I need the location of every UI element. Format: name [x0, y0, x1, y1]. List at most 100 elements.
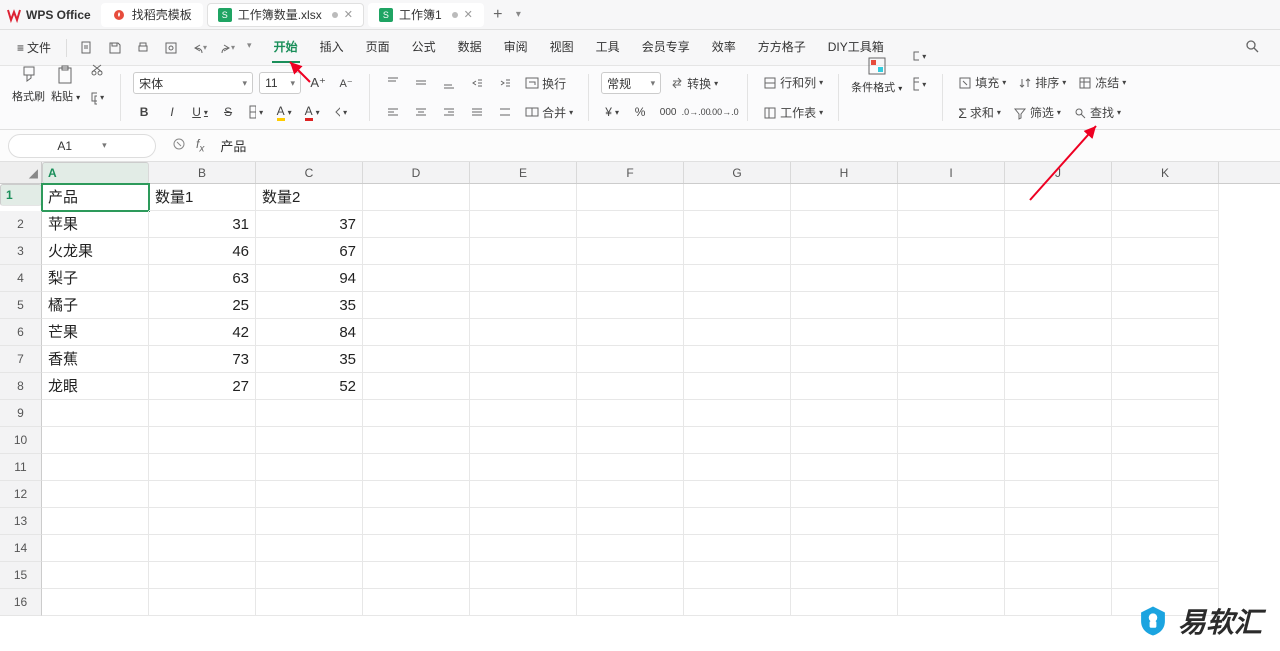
cell[interactable]	[363, 508, 470, 535]
cell[interactable]: 火龙果	[42, 238, 149, 265]
cell[interactable]	[363, 535, 470, 562]
currency-button[interactable]: ¥▾	[601, 101, 623, 123]
cell[interactable]	[1005, 211, 1112, 238]
cell[interactable]	[256, 427, 363, 454]
cell[interactable]	[684, 481, 791, 508]
cell[interactable]	[577, 481, 684, 508]
cell[interactable]	[363, 562, 470, 589]
cell[interactable]	[42, 589, 149, 616]
cell[interactable]: 27	[149, 373, 256, 400]
cancel-fx-icon[interactable]	[172, 137, 186, 154]
row-header[interactable]: 11	[0, 454, 42, 481]
cell[interactable]	[898, 535, 1005, 562]
name-box[interactable]: A1 ▾	[8, 134, 156, 158]
fill-button[interactable]: 填充▾	[955, 72, 1009, 93]
cell[interactable]	[1005, 589, 1112, 616]
column-header-G[interactable]: G	[684, 162, 791, 183]
cell[interactable]	[898, 238, 1005, 265]
preview-icon[interactable]	[163, 40, 179, 56]
cell[interactable]	[149, 535, 256, 562]
search-button[interactable]	[1232, 38, 1272, 57]
column-header-H[interactable]: H	[791, 162, 898, 183]
select-all-corner[interactable]: ◢	[0, 162, 42, 183]
align-middle-button[interactable]	[410, 72, 432, 94]
worksheet-button[interactable]: 工作表▾	[760, 102, 826, 123]
cell[interactable]: 苹果	[42, 211, 149, 238]
formula-input[interactable]: 产品	[212, 136, 254, 155]
cell[interactable]	[1005, 400, 1112, 427]
cell[interactable]	[363, 427, 470, 454]
cell[interactable]	[684, 589, 791, 616]
cell[interactable]	[1112, 562, 1219, 589]
cell[interactable]	[1005, 427, 1112, 454]
cell[interactable]	[42, 427, 149, 454]
cell[interactable]	[470, 589, 577, 616]
align-top-button[interactable]	[382, 72, 404, 94]
cell[interactable]	[1112, 211, 1219, 238]
cell[interactable]	[577, 562, 684, 589]
cell[interactable]	[684, 346, 791, 373]
cell[interactable]: 产品	[42, 184, 149, 211]
cell[interactable]	[898, 562, 1005, 589]
cell[interactable]	[470, 346, 577, 373]
cell[interactable]	[470, 238, 577, 265]
cell[interactable]	[1112, 508, 1219, 535]
cell[interactable]	[363, 373, 470, 400]
tab-file-1[interactable]: S 工作簿1 ✕	[368, 3, 484, 27]
cell[interactable]	[1112, 265, 1219, 292]
cell[interactable]: 25	[149, 292, 256, 319]
cell[interactable]	[470, 535, 577, 562]
cell[interactable]	[791, 562, 898, 589]
cell[interactable]	[363, 319, 470, 346]
save-icon[interactable]	[107, 40, 123, 56]
cell[interactable]	[684, 400, 791, 427]
increase-font-button[interactable]: A⁺	[307, 72, 329, 94]
cell[interactable]	[1112, 373, 1219, 400]
column-header-C[interactable]: C	[256, 162, 363, 183]
cell[interactable]	[256, 589, 363, 616]
cell[interactable]	[1112, 292, 1219, 319]
ribbon-tab-insert[interactable]: 插入	[318, 32, 346, 63]
cell[interactable]	[577, 238, 684, 265]
cell[interactable]	[470, 265, 577, 292]
row-header[interactable]: 7	[0, 346, 42, 373]
cell[interactable]	[363, 211, 470, 238]
cell[interactable]	[791, 508, 898, 535]
format-painter-button[interactable]: 格式刷	[12, 64, 45, 104]
align-bottom-button[interactable]	[438, 72, 460, 94]
border-button[interactable]: ▾	[245, 101, 267, 123]
cell[interactable]	[577, 400, 684, 427]
cell[interactable]: 香蕉	[42, 346, 149, 373]
cell[interactable]	[149, 562, 256, 589]
cell[interactable]	[470, 211, 577, 238]
fx-icon[interactable]: fx	[196, 137, 204, 154]
new-icon[interactable]	[79, 40, 95, 56]
cell[interactable]	[363, 184, 470, 211]
cell[interactable]	[577, 508, 684, 535]
cell[interactable]	[149, 508, 256, 535]
row-header[interactable]: 5	[0, 292, 42, 319]
cell[interactable]	[577, 346, 684, 373]
cell[interactable]	[1005, 346, 1112, 373]
cell[interactable]	[42, 562, 149, 589]
ribbon-tab-member[interactable]: 会员专享	[640, 32, 692, 63]
ribbon-tab-efficiency[interactable]: 效率	[710, 32, 738, 63]
cell[interactable]	[791, 319, 898, 346]
indent-dec-button[interactable]	[466, 72, 488, 94]
cell[interactable]	[898, 319, 1005, 346]
column-header-B[interactable]: B	[149, 162, 256, 183]
cell[interactable]	[898, 589, 1005, 616]
align-center-button[interactable]	[410, 101, 432, 123]
percent-button[interactable]: %	[629, 101, 651, 123]
cell[interactable]	[684, 373, 791, 400]
copy-button[interactable]: ▾	[86, 87, 108, 109]
number-format-select[interactable]: 常规▾	[601, 72, 661, 94]
cell[interactable]: 46	[149, 238, 256, 265]
underline-button[interactable]: U▾	[189, 101, 211, 123]
cell[interactable]	[898, 346, 1005, 373]
cell[interactable]	[470, 427, 577, 454]
cell[interactable]	[363, 238, 470, 265]
column-header-E[interactable]: E	[470, 162, 577, 183]
cell[interactable]	[256, 400, 363, 427]
print-icon[interactable]	[135, 40, 151, 56]
